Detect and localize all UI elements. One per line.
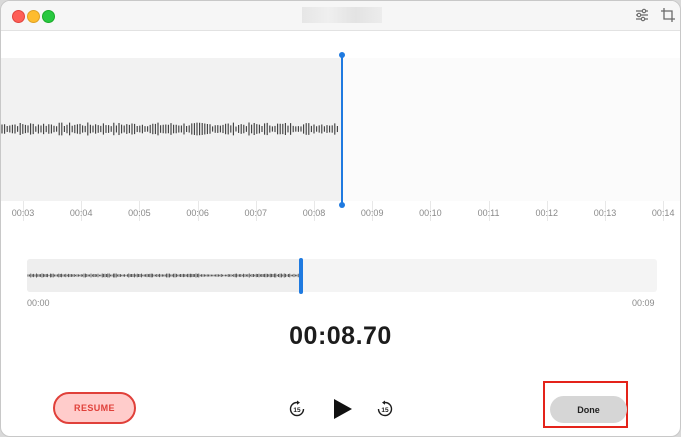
zoom-window-button[interactable] [42,10,55,23]
time-ruler: 00:03 00:04 00:05 00:06 00:07 00:08 00:09 00:10… [1,208,680,222]
empty-waveform-region [341,58,680,201]
time-ruler-label: 00:14 [651,208,675,218]
time-ruler-label: 00:04 [69,208,93,218]
overview-waveform [27,273,299,278]
time-ruler-label: 00:05 [128,208,151,218]
close-window-button[interactable] [12,10,25,23]
playhead[interactable] [341,55,343,205]
time-ruler-label: 00:10 [419,208,442,218]
time-ruler-label: 00:06 [186,208,209,218]
time-ruler-label: 00:03 [11,208,35,218]
play-icon[interactable] [332,398,353,425]
overview-start-time: 00:00 [27,298,50,308]
playhead-bottom-knob[interactable] [339,202,345,208]
resume-button[interactable]: RESUME [53,392,136,424]
playhead-top-knob[interactable] [339,52,345,58]
time-ruler-label: 00:09 [360,208,384,218]
minimize-window-button[interactable] [27,10,40,23]
sliders-icon[interactable] [634,7,650,23]
window-title [302,7,382,23]
time-ruler-label: 00:08 [302,208,326,218]
title-bar [1,1,680,31]
elapsed-time: 00:08.70 [289,322,392,350]
svg-text:15: 15 [381,407,389,414]
svg-text:15: 15 [293,407,301,414]
skip-back-15-icon[interactable]: 15 [288,400,306,423]
time-ruler-label: 00:13 [593,208,617,218]
voice-memos-window: 00:03 00:04 00:05 00:06 00:07 00:08 00:09 00:10… [0,0,681,437]
time-ruler-label: 00:07 [244,208,268,218]
time-ruler-label: 00:12 [535,208,559,218]
crop-icon[interactable] [660,7,676,23]
resume-button-label: RESUME [74,403,115,413]
skip-forward-15-icon[interactable]: 15 [376,400,394,423]
overview-end-time: 00:09 [632,298,655,308]
waveform [1,122,338,136]
done-button[interactable]: Done [550,396,627,423]
time-ruler-label: 00:11 [477,208,500,218]
overview-scrubber-handle[interactable] [299,258,304,294]
